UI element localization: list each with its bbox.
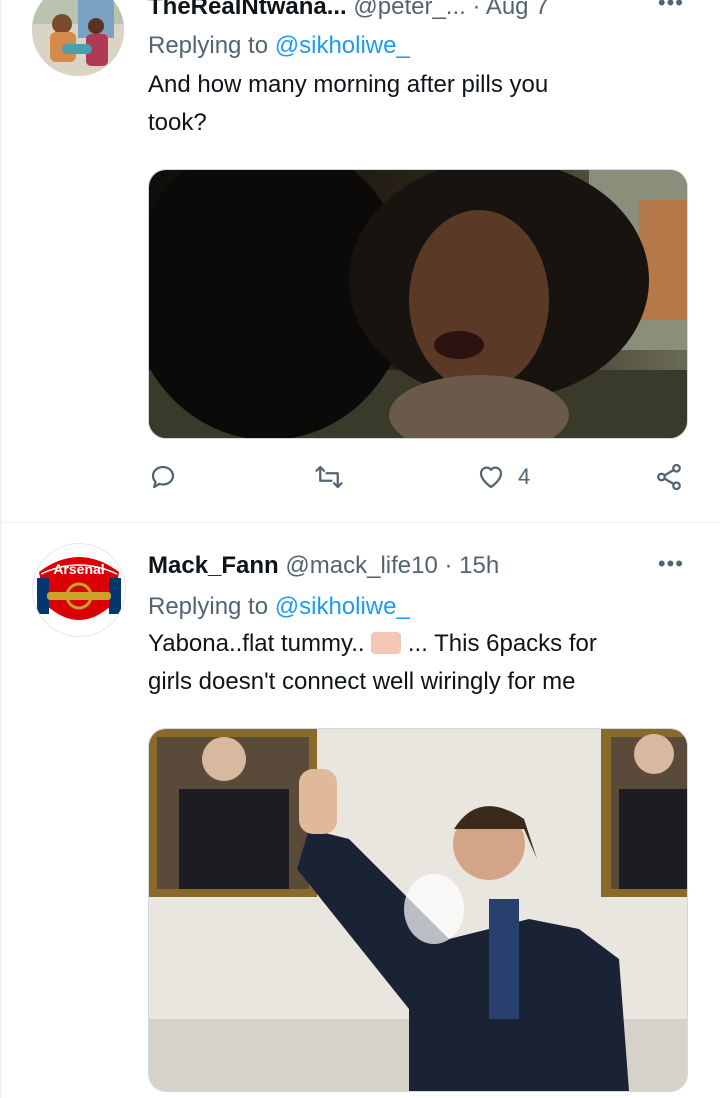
media-photo (149, 170, 687, 438)
tweet-text-block: Replying to @sikholiwe_ And how many mor… (148, 30, 688, 142)
avatar[interactable]: Arsenal (32, 543, 126, 637)
reply-icon (151, 465, 175, 489)
tweet-text-fragment: ... This 6packs for (407, 630, 597, 657)
replying-prefix: Replying to (148, 32, 269, 59)
tweet-media-image[interactable] (148, 728, 688, 1092)
share-button[interactable] (654, 462, 684, 492)
separator-dot: · (472, 0, 481, 20)
display-name[interactable]: TheRealNtwana... (148, 0, 347, 20)
avatar-logo-text: Arsenal (53, 561, 104, 577)
user-handle[interactable]: @mack_life10 (285, 552, 437, 579)
tweet-text-line: Yabona..flat tummy.. ... This 6packs for (148, 625, 688, 663)
media-photo (149, 729, 687, 1091)
share-icon (657, 463, 681, 491)
tweet-body: TheRealNtwana... @peter_... · Aug 7 (148, 0, 688, 22)
tweet-text-line: girls doesn't connect well wiringly for … (148, 668, 576, 695)
tweet-text-line: And how many morning after pills you (148, 71, 549, 98)
tweet-header: TheRealNtwana... @peter_... · Aug 7 (148, 0, 688, 22)
tweet-card[interactable]: Arsenal Mack_Fann @mack_life10 · 15h •••… (0, 523, 720, 1098)
arsenal-crest-icon: Arsenal (33, 544, 125, 636)
tweet-text: And how many morning after pills you too… (148, 66, 688, 142)
avatar[interactable] (32, 0, 124, 76)
more-options-icon[interactable]: ••• (658, 551, 684, 577)
like-count: 4 (518, 464, 531, 489)
retweet-icon (315, 465, 343, 489)
replying-prefix: Replying to (148, 593, 269, 620)
tweet-card[interactable]: TheRealNtwana... @peter_... · Aug 7 ••• … (0, 0, 720, 523)
avatar-photo (32, 0, 124, 76)
tweet-media-image[interactable] (148, 169, 688, 439)
tweet-header: Mack_Fann @mack_life10 · 15h (148, 551, 688, 581)
mention-link[interactable]: @sikholiwe_ (275, 32, 410, 59)
tweet-text-line: took? (148, 109, 207, 136)
fist-bump-emoji-icon (371, 632, 402, 654)
more-options-icon[interactable]: ••• (658, 0, 684, 16)
tweet-body: Mack_Fann @mack_life10 · 15h (148, 551, 688, 581)
reply-button[interactable] (148, 462, 178, 492)
user-handle[interactable]: @peter_... (353, 0, 465, 20)
timestamp[interactable]: Aug 7 (486, 0, 549, 20)
tweet-text: Yabona..flat tummy.. ... This 6packs for… (148, 625, 688, 701)
heart-icon (479, 466, 503, 489)
replying-to-line: Replying to @sikholiwe_ (148, 30, 688, 62)
tweet-text-fragment: Yabona..flat tummy.. (148, 630, 365, 657)
separator-dot: · (444, 552, 453, 579)
timestamp[interactable]: 15h (459, 552, 499, 579)
tweet-text-block: Replying to @sikholiwe_ Yabona..flat tum… (148, 591, 688, 701)
replying-to-line: Replying to @sikholiwe_ (148, 591, 688, 623)
like-button[interactable]: 4 (476, 462, 530, 492)
mention-link[interactable]: @sikholiwe_ (275, 593, 410, 620)
tweet-actions: 4 (148, 462, 688, 502)
display-name[interactable]: Mack_Fann (148, 552, 279, 579)
retweet-button[interactable] (314, 462, 344, 492)
